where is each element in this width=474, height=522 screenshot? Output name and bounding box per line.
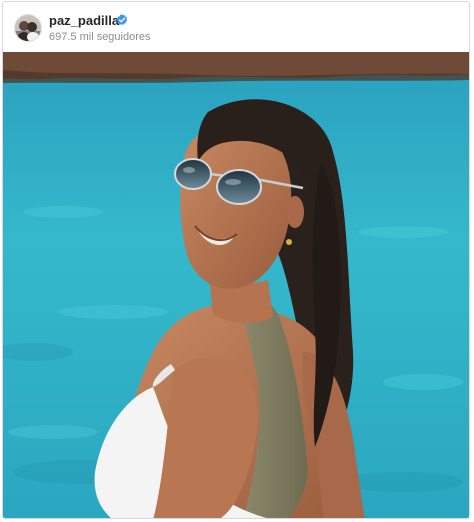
username-link[interactable]: paz_padilla: [49, 13, 119, 29]
avatar[interactable]: [14, 14, 42, 42]
verified-badge-icon: [116, 14, 128, 25]
post-header: paz_padilla 697.5 mil seguidores: [3, 2, 469, 52]
followers-count: 697.5 mil seguidores: [49, 31, 151, 43]
post-photo[interactable]: [3, 52, 469, 518]
photo-icon: [3, 52, 469, 518]
instagram-embed-card: paz_padilla 697.5 mil seguidores: [2, 1, 470, 519]
avatar-image: [15, 15, 41, 41]
